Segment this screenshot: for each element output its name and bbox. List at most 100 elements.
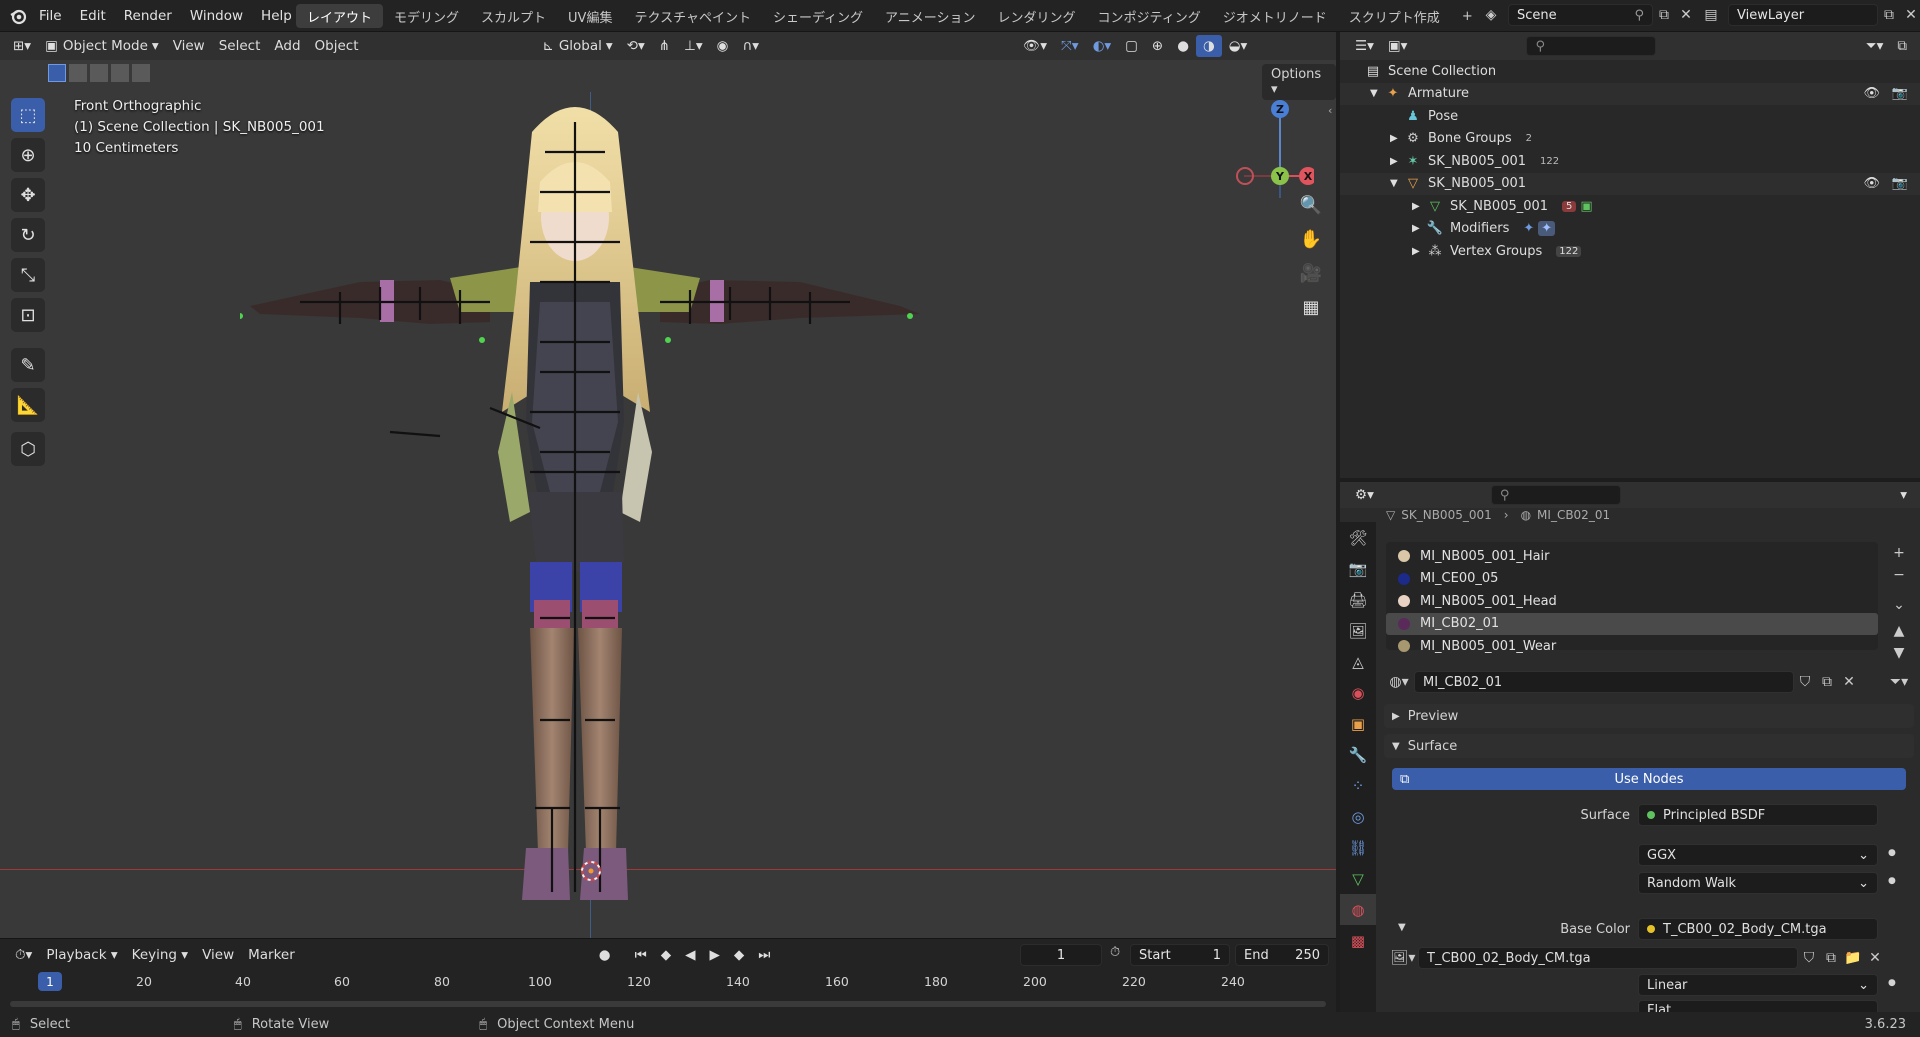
timeline-editor-type-icon[interactable]: ⏱▾ xyxy=(8,944,39,966)
properties-options-icon[interactable]: ▾ xyxy=(1893,484,1914,506)
distribution-dropdown[interactable]: GGX ⌄ xyxy=(1638,844,1878,866)
3d-viewport[interactable]: ⊞▾ ▣ Object Mode ▾ View Select Add Object … xyxy=(0,32,1336,938)
next-keyframe-icon[interactable]: ◆ xyxy=(727,944,751,966)
cursor-tool[interactable]: ⊕ xyxy=(11,138,45,172)
tab-rendering[interactable]: レンダリング xyxy=(987,4,1087,28)
scale-tool[interactable]: ⤡ xyxy=(11,258,45,292)
end-frame-field[interactable]: End 250 xyxy=(1235,944,1329,966)
remove-slot-icon[interactable]: − xyxy=(1888,564,1910,586)
tree-row-mesh-object[interactable]: ▼ ▽ SK_NB005_001 👁 📷 xyxy=(1340,172,1920,195)
tree-row-vertex-groups[interactable]: ▶ ⁂ Vertex Groups 122 xyxy=(1340,240,1920,263)
interpolation-dropdown[interactable]: Linear ⌄ xyxy=(1638,974,1878,996)
gizmo-toggle-icon[interactable]: ⤧▾ xyxy=(1054,35,1086,57)
tree-row-scene-collection[interactable]: ▤ Scene Collection xyxy=(1340,60,1920,83)
material-slot-list[interactable]: MI_NB005_001_Hair MI_CE00_05 MI_NB005_00… xyxy=(1386,542,1878,654)
measure-tool[interactable]: 📐 xyxy=(11,388,45,422)
slot-specials-icon[interactable]: ⌄ xyxy=(1888,594,1910,616)
playhead[interactable]: 1 xyxy=(38,972,62,991)
character-model[interactable] xyxy=(240,92,940,912)
jump-end-icon[interactable]: ⏭ xyxy=(751,944,777,966)
tab-sculpt[interactable]: スカルプト xyxy=(470,4,557,28)
tab-particles-icon[interactable]: ⁘ xyxy=(1340,770,1376,801)
move-tool[interactable]: ✥ xyxy=(11,178,45,212)
select-extend-icon[interactable] xyxy=(69,64,87,82)
use-nodes-button[interactable]: ⧉ Use Nodes xyxy=(1392,768,1906,790)
tab-animation[interactable]: アニメーション xyxy=(874,4,986,28)
play-icon[interactable]: ▶ xyxy=(703,944,727,966)
material-slot[interactable]: MI_NB005_001_Wear xyxy=(1386,635,1878,658)
select-box-tool[interactable]: ⬚ xyxy=(11,98,45,132)
expand-right-icon[interactable]: ▶ xyxy=(1390,133,1404,144)
sidebar-toggle-icon[interactable]: ‹ xyxy=(1328,104,1332,117)
tab-scripting[interactable]: スクリプト作成 xyxy=(1338,4,1451,28)
play-reverse-icon[interactable]: ◀ xyxy=(678,944,702,966)
zoom-icon[interactable]: 🔍 xyxy=(1296,190,1326,220)
blender-logo-icon[interactable] xyxy=(8,6,28,26)
tab-modifier-icon[interactable]: 🔧 xyxy=(1340,739,1376,770)
tab-object-icon[interactable]: ▣ xyxy=(1340,708,1376,739)
expand-right-icon[interactable]: ▶ xyxy=(1390,156,1404,167)
timeline-menu-view[interactable]: View xyxy=(195,944,241,966)
tab-tool-icon[interactable]: 🛠 xyxy=(1340,522,1376,553)
tab-geometry-nodes[interactable]: ジオメトリノード xyxy=(1212,4,1338,28)
select-subtract-icon[interactable] xyxy=(90,64,108,82)
material-shading-icon[interactable]: ◑ xyxy=(1196,35,1222,57)
frame-ruler[interactable]: 1 20 40 60 80 100 120 140 160 180 200 22… xyxy=(0,971,1336,993)
rotate-tool[interactable]: ↻ xyxy=(11,218,45,252)
expand-right-icon[interactable]: ▶ xyxy=(1412,246,1426,257)
tab-physics-icon[interactable]: ◎ xyxy=(1340,801,1376,832)
select-invert-icon[interactable] xyxy=(111,64,129,82)
solid-shading-icon[interactable]: ● xyxy=(1170,35,1196,57)
projection-dropdown[interactable]: Flat xyxy=(1638,1000,1878,1012)
editor-type-icon[interactable]: ⊞▾ xyxy=(6,35,38,57)
prev-keyframe-icon[interactable]: ◆ xyxy=(654,944,678,966)
material-slot[interactable]: MI_CE00_05 xyxy=(1386,568,1878,591)
auto-key-icon[interactable]: ● xyxy=(592,944,618,966)
base-color-field[interactable]: T_CB00_02_Body_CM.tga xyxy=(1638,918,1878,940)
tab-constraints-icon[interactable]: ⛓ xyxy=(1340,832,1376,863)
properties-search-input[interactable]: ⚲ xyxy=(1490,485,1621,505)
tree-row-mesh-data[interactable]: ▶ ▽ SK_NB005_001 5 ▣ xyxy=(1340,195,1920,218)
decorator-dot-icon[interactable]: ● xyxy=(1888,876,1896,886)
pan-hand-icon[interactable]: ✋ xyxy=(1296,224,1326,254)
outliner-editor-type-icon[interactable]: ☰▾ xyxy=(1348,35,1381,57)
properties-editor-type-icon[interactable]: ⚙▾ xyxy=(1348,484,1381,506)
new-view-layer-icon[interactable]: ⧉ xyxy=(1878,4,1900,26)
start-frame-field[interactable]: Start 1 xyxy=(1130,944,1230,966)
snap-icon[interactable]: ⋔ xyxy=(652,35,677,57)
tab-modeling[interactable]: モデリング xyxy=(383,4,470,28)
tab-material-icon[interactable]: ◍ xyxy=(1340,894,1376,925)
move-up-icon[interactable]: ▲ xyxy=(1888,620,1910,642)
tab-scene-icon[interactable]: ◬ xyxy=(1340,646,1376,677)
tab-uv-editing[interactable]: UV編集 xyxy=(557,4,623,28)
duplicate-material-icon[interactable]: ⧉ xyxy=(1816,671,1838,693)
view-layer-field[interactable]: ViewLayer xyxy=(1728,4,1878,26)
display-mode-icon[interactable]: ▣▾ xyxy=(1381,35,1415,57)
wireframe-shading-icon[interactable]: ⊕ xyxy=(1145,35,1170,57)
tab-render-icon[interactable]: 📷 xyxy=(1340,553,1376,584)
mode-dropdown[interactable]: ▣ Object Mode ▾ xyxy=(38,35,166,57)
tree-row-pose[interactable]: ♟ Pose xyxy=(1340,105,1920,128)
transform-orientation-dropdown[interactable]: ⊾ Global ▾ xyxy=(536,35,620,57)
tree-row-armature[interactable]: ▼ ✦ Armature 👁 📷 xyxy=(1340,82,1920,105)
link-mode-icon[interactable]: ⏷▾ xyxy=(1884,671,1914,693)
pivot-icon[interactable]: ⟲▾ xyxy=(620,35,652,57)
tab-compositing[interactable]: コンポジティング xyxy=(1087,4,1212,28)
material-slot[interactable]: MI_NB005_001_Head xyxy=(1386,590,1878,613)
camera-icon[interactable]: 📷 xyxy=(1892,176,1908,191)
material-browse-icon[interactable]: ◍▾ xyxy=(1384,671,1414,693)
falloff-icon[interactable]: ∩▾ xyxy=(735,35,766,57)
duplicate-image-icon[interactable]: ⧉ xyxy=(1820,947,1842,969)
fake-user-icon[interactable]: ⛉ xyxy=(1794,671,1816,693)
select-intersect-icon[interactable] xyxy=(132,64,150,82)
tree-row-armature-data[interactable]: ▶ ✶ SK_NB005_001 122 xyxy=(1340,150,1920,173)
3d-cursor-icon[interactable] xyxy=(578,858,604,884)
material-name-field[interactable]: MI_CB02_01 xyxy=(1414,671,1794,693)
filter-icon[interactable]: ⏷▾ xyxy=(1859,35,1891,57)
unlink-image-icon[interactable]: ✕ xyxy=(1864,947,1886,969)
decorator-dot-icon[interactable]: ● xyxy=(1888,978,1896,988)
new-scene-icon[interactable]: ⧉ xyxy=(1653,4,1675,26)
fake-user-icon[interactable]: ⛉ xyxy=(1798,947,1820,969)
move-down-icon[interactable]: ▼ xyxy=(1888,642,1910,664)
expand-right-icon[interactable]: ▶ xyxy=(1412,223,1426,234)
